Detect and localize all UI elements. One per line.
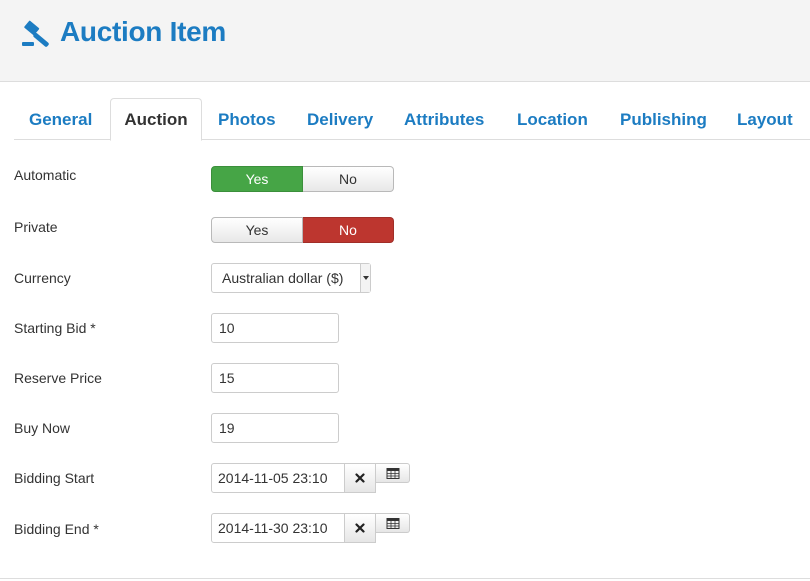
automatic-toggle: Yes No — [211, 166, 394, 192]
tab-photos[interactable]: Photos — [218, 98, 276, 140]
bidding-end-input[interactable]: 2014-11-30 23:10 — [211, 513, 345, 543]
gavel-icon — [22, 20, 49, 47]
tab-delivery[interactable]: Delivery — [307, 98, 373, 140]
tab-location[interactable]: Location — [517, 98, 588, 140]
chevron-down-icon — [360, 264, 370, 292]
bidding-start-input[interactable]: 2014-11-05 23:10 — [211, 463, 345, 493]
bidding-start-calendar-button[interactable] — [376, 463, 410, 483]
calendar-icon — [386, 468, 399, 479]
bidding-end-label: Bidding End * — [14, 521, 99, 537]
starting-bid-input[interactable]: 10 — [211, 313, 339, 343]
tab-auction[interactable]: Auction — [110, 98, 202, 141]
private-label: Private — [14, 219, 58, 235]
automatic-label: Automatic — [14, 167, 77, 183]
divider — [0, 578, 810, 579]
bidding-end-clear-button[interactable] — [344, 513, 376, 543]
currency-value: Australian dollar ($) — [222, 270, 344, 286]
private-yes-button[interactable]: Yes — [211, 217, 303, 243]
private-toggle: Yes No — [211, 217, 394, 243]
automatic-yes-button[interactable]: Yes — [211, 166, 303, 192]
page-header: Auction Item — [0, 0, 810, 82]
buy-now-input[interactable]: 19 — [211, 413, 339, 443]
tab-general[interactable]: General — [29, 98, 92, 140]
private-no-button[interactable]: No — [303, 217, 394, 243]
automatic-no-button[interactable]: No — [303, 166, 394, 192]
bidding-end-calendar-button[interactable] — [376, 513, 410, 533]
starting-bid-label: Starting Bid * — [14, 320, 96, 336]
currency-label: Currency — [14, 270, 71, 286]
buy-now-label: Buy Now — [14, 420, 71, 436]
tab-attributes[interactable]: Attributes — [404, 98, 484, 140]
close-icon — [355, 523, 365, 533]
bidding-start-clear-button[interactable] — [344, 463, 376, 493]
tab-publishing[interactable]: Publishing — [620, 98, 707, 140]
currency-select[interactable]: Australian dollar ($) — [211, 263, 371, 293]
bidding-start-label: Bidding Start — [14, 470, 95, 486]
reserve-price-label: Reserve Price — [14, 370, 102, 386]
tab-layout[interactable]: Layout — [737, 98, 793, 140]
calendar-icon — [386, 518, 399, 529]
close-icon — [355, 473, 365, 483]
tab-bar: General Auction Photos Delivery Attribut… — [14, 98, 810, 141]
reserve-price-input[interactable]: 15 — [211, 363, 339, 393]
page-title: Auction Item — [60, 16, 226, 47]
